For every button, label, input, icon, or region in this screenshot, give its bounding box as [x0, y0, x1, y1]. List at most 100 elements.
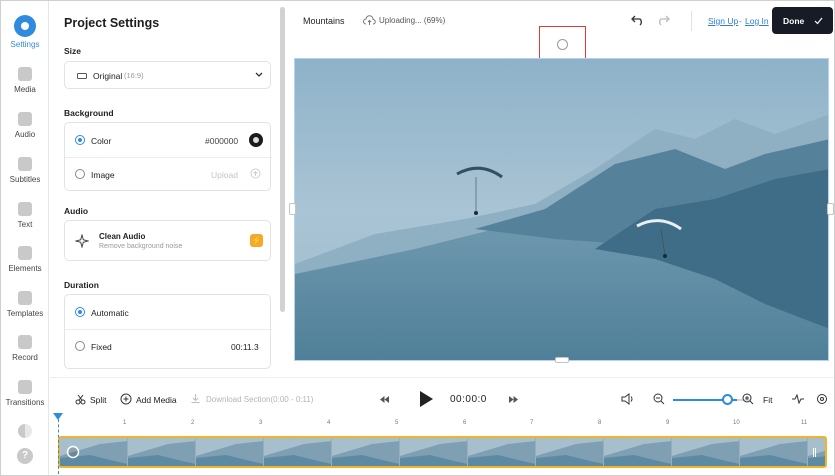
- fast-forward-icon[interactable]: [509, 396, 518, 403]
- split-button[interactable]: Split: [90, 395, 107, 405]
- background-heading: Background: [64, 108, 114, 118]
- size-select[interactable]: Original (16:9): [64, 61, 271, 89]
- settings-gear-icon[interactable]: [816, 393, 828, 405]
- color-label: Color: [91, 136, 112, 146]
- divider: [65, 157, 272, 158]
- ruler-tick: 7: [530, 420, 534, 426]
- project-name[interactable]: Mountains: [303, 16, 345, 26]
- ruler-tick: 10: [733, 420, 740, 426]
- waveform-icon[interactable]: [792, 394, 804, 404]
- rail-item-subtitles[interactable]: Subtitles: [1, 157, 49, 184]
- size-ratio: (16:9): [124, 71, 144, 80]
- rail-item-label: Transitions: [5, 398, 45, 407]
- duration-options: Automatic Fixed 00:11.3: [64, 294, 272, 369]
- image-radio[interactable]: [75, 169, 85, 179]
- volume-icon[interactable]: [621, 393, 635, 405]
- record-icon: [18, 335, 32, 349]
- ruler-tick: 1: [123, 420, 127, 426]
- video-track[interactable]: [58, 436, 827, 468]
- templates-icon: [18, 291, 32, 305]
- timeline-ruler[interactable]: 1 2 3 4 5 6 7 8 9 10 11: [50, 415, 834, 433]
- video-preview[interactable]: [294, 58, 829, 361]
- ruler-tick: 3: [259, 420, 263, 426]
- clip-speed-icon[interactable]: [66, 445, 80, 459]
- divider: [691, 11, 692, 31]
- video-frame-image: [295, 59, 828, 360]
- rail-item-transitions[interactable]: Transitions: [1, 380, 49, 407]
- zoom-in-icon[interactable]: [742, 393, 754, 405]
- download-icon: [191, 394, 200, 403]
- resize-handle-right[interactable]: [827, 203, 834, 215]
- ruler-tick: 9: [666, 420, 670, 426]
- rewind-icon[interactable]: [380, 396, 389, 403]
- cloud-upload-icon: [363, 15, 376, 25]
- rotate-handle-icon[interactable]: [557, 39, 568, 50]
- playhead-line: [58, 414, 59, 474]
- resize-handle-bottom[interactable]: [555, 357, 569, 363]
- fixed-radio[interactable]: [75, 341, 85, 351]
- color-radio[interactable]: [75, 135, 85, 145]
- clean-audio-option[interactable]: Clean Audio Remove background noise ⚡: [64, 220, 271, 261]
- ruler-tick: 2: [191, 420, 195, 426]
- zoom-slider-knob[interactable]: [721, 394, 733, 405]
- clean-audio-subtitle: Remove background noise: [99, 243, 183, 250]
- elements-icon: [18, 246, 32, 260]
- rail-item-label: Settings: [10, 40, 40, 49]
- done-button[interactable]: Done: [772, 7, 833, 34]
- plus-icon: [18, 67, 32, 81]
- background-options: Color #000000 Image Upload: [64, 122, 272, 191]
- automatic-label: Automatic: [91, 308, 129, 318]
- rail-item-label: Record: [12, 353, 38, 362]
- settings-icon: [14, 15, 36, 37]
- divider: [65, 329, 272, 330]
- size-value: Original: [93, 71, 123, 81]
- rail-item-record[interactable]: Record: [1, 335, 49, 362]
- clean-audio-title: Clean Audio: [99, 232, 146, 241]
- upload-status: Uploading... (69%): [379, 16, 446, 25]
- upload-link[interactable]: Upload: [211, 170, 238, 180]
- zoom-out-icon[interactable]: [653, 393, 665, 405]
- sparkle-icon: [75, 234, 89, 248]
- panel-title: Project Settings: [64, 16, 160, 30]
- log-in-link[interactable]: Log In: [745, 16, 769, 26]
- project-settings-panel: Project Settings Size Original (16:9) Ba…: [50, 1, 280, 377]
- track-thumbnails: [60, 438, 825, 466]
- rail-item-text[interactable]: Text: [1, 202, 49, 229]
- resize-handle-left[interactable]: [289, 203, 296, 215]
- checkmark-icon: [814, 17, 823, 25]
- color-value: #000000: [205, 136, 239, 146]
- panel-scrollbar[interactable]: [280, 7, 285, 312]
- rail-item-settings[interactable]: Settings: [1, 15, 49, 49]
- rail-item-label: Templates: [6, 309, 44, 318]
- color-picker-icon[interactable]: [249, 133, 263, 147]
- ruler-tick: 8: [598, 420, 602, 426]
- play-icon[interactable]: [419, 391, 433, 407]
- done-label: Done: [783, 16, 805, 26]
- music-note-icon: [18, 112, 32, 126]
- automatic-radio[interactable]: [75, 307, 85, 317]
- fit-button[interactable]: Fit: [763, 395, 772, 405]
- add-circle-icon: [120, 393, 132, 405]
- download-section-button[interactable]: Download Section(0:00 - 0:11): [206, 395, 313, 404]
- fixed-duration-value[interactable]: 00:11.3: [231, 342, 259, 352]
- timecode: 00:00:0: [450, 394, 487, 405]
- redo-icon[interactable]: [655, 14, 671, 26]
- transitions-icon: [18, 380, 32, 394]
- ruler-tick: 11: [801, 420, 808, 426]
- rail-item-templates[interactable]: Templates: [1, 291, 49, 318]
- text-icon: [18, 202, 32, 216]
- theme-toggle-icon[interactable]: [18, 424, 32, 438]
- undo-icon[interactable]: [630, 14, 646, 26]
- duration-heading: Duration: [64, 280, 99, 290]
- add-media-button[interactable]: Add Media: [136, 395, 177, 405]
- ruler-tick: 6: [463, 420, 467, 426]
- ruler-tick: 4: [327, 420, 331, 426]
- rail-item-audio[interactable]: Audio: [1, 112, 49, 139]
- rail-item-media[interactable]: Media: [1, 67, 49, 94]
- rail-item-elements[interactable]: Elements: [1, 246, 49, 273]
- help-icon[interactable]: ?: [17, 448, 33, 464]
- upload-icon: [250, 168, 261, 179]
- sign-up-link[interactable]: Sign Up: [708, 16, 738, 26]
- fixed-label: Fixed: [91, 342, 112, 352]
- trim-handle-right[interactable]: [813, 448, 816, 457]
